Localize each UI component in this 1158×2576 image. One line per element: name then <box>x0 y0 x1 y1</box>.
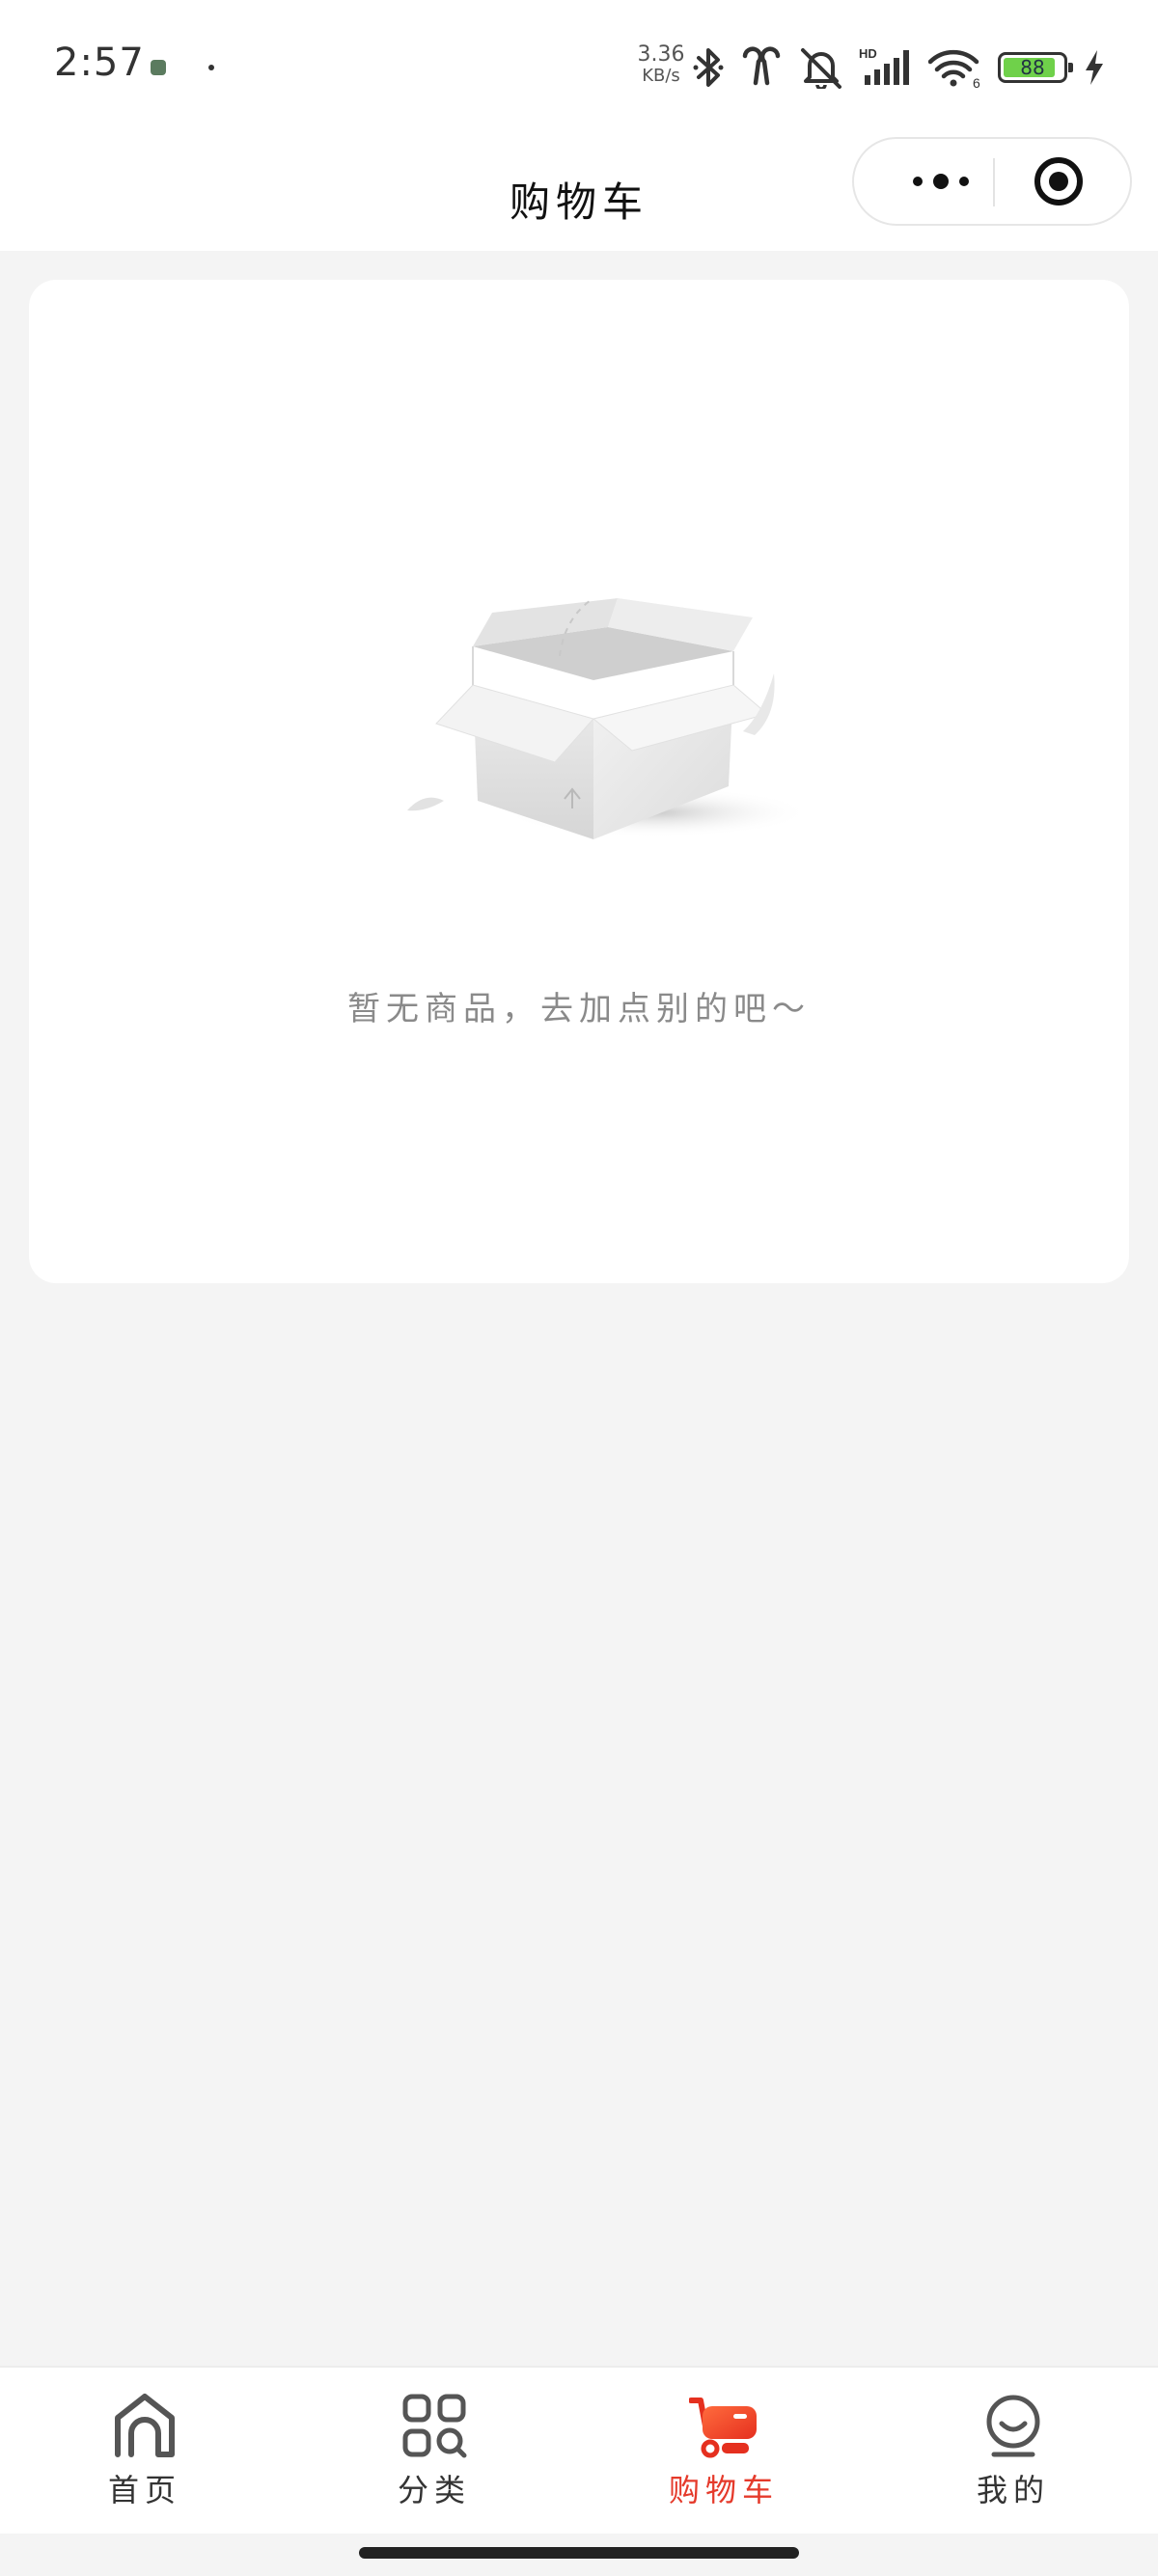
nav-bar: 购物车 <box>0 135 1158 251</box>
network-speed: 3.36 KB/s <box>637 44 685 87</box>
tab-cart[interactable]: 购物车 <box>579 2368 868 2534</box>
wifi-label: 6 <box>973 75 980 89</box>
tab-category[interactable]: 分类 <box>290 2368 579 2534</box>
empty-box-illustration <box>396 560 820 868</box>
close-mini-program-button[interactable] <box>1010 139 1107 224</box>
battery-level: 88 <box>1020 56 1045 79</box>
home-indicator[interactable] <box>359 2547 799 2559</box>
tab-profile[interactable]: 我的 <box>868 2368 1158 2534</box>
network-speed-unit: KB/s <box>642 66 680 86</box>
mini-program-capsule <box>852 137 1132 226</box>
status-time: 2:57 <box>54 41 145 85</box>
status-bar: 2:57 3.36 KB/s HD 6 88 <box>0 0 1158 135</box>
signal-hd-label: HD <box>859 46 877 61</box>
notification-dot-icon <box>208 65 214 70</box>
profile-icon <box>979 2391 1048 2460</box>
tab-label-home: 首页 <box>107 2472 181 2508</box>
signal-icon: HD <box>859 46 913 89</box>
empty-cart-message: 暂无商品，去加点别的吧～ <box>347 990 811 1028</box>
capsule-divider <box>993 158 995 206</box>
tab-label-profile: 我的 <box>976 2472 1050 2508</box>
battery-cap <box>1068 63 1073 72</box>
tab-label-category: 分类 <box>397 2472 471 2508</box>
tab-label-cart: 购物车 <box>668 2472 779 2508</box>
network-speed-value: 3.36 <box>637 42 685 67</box>
battery-icon: 88 <box>998 52 1073 83</box>
more-options-button[interactable] <box>891 139 991 224</box>
empty-cart-card: 暂无商品，去加点别的吧～ <box>29 280 1129 1283</box>
cart-icon <box>689 2391 758 2460</box>
category-icon <box>400 2391 469 2460</box>
mute-icon <box>799 46 843 89</box>
tab-home[interactable]: 首页 <box>0 2368 290 2534</box>
more-dots-icon <box>913 174 969 189</box>
home-icon <box>110 2391 179 2460</box>
wifi-icon: 6 <box>928 46 982 89</box>
status-icons: HD 6 88 <box>693 39 1106 96</box>
bluetooth-icon <box>693 46 724 89</box>
charging-icon <box>1083 48 1106 87</box>
target-close-icon <box>1034 157 1083 206</box>
bottom-tab-bar: 首页 分类 购物车 我的 <box>0 2366 1158 2534</box>
earbuds-icon <box>739 46 784 89</box>
app-notification-icon <box>151 60 166 75</box>
